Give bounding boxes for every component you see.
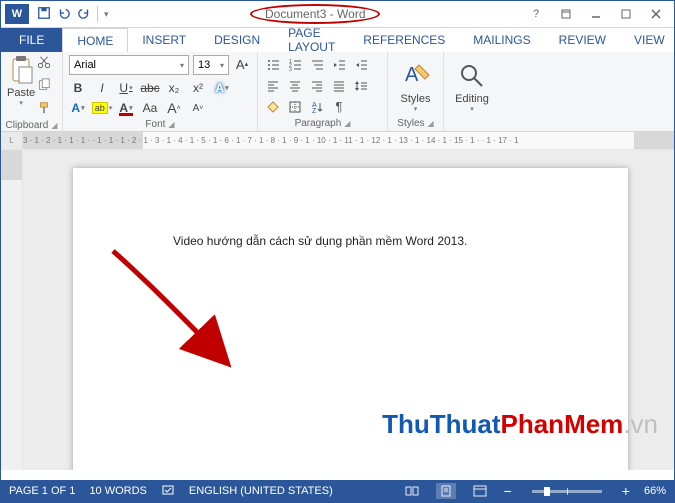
svg-text:3: 3 [289,67,292,72]
styles-launcher-icon[interactable]: ◢ [428,119,434,128]
group-paragraph: 123 AZ ¶ Paragraph◢ [258,52,388,131]
align-right-icon[interactable] [308,77,326,95]
line-spacing-icon[interactable] [352,77,370,95]
help-icon[interactable]: ? [522,4,550,24]
view-print-icon[interactable] [436,483,456,499]
shrink-font-button[interactable]: A˅ [189,99,207,117]
paste-icon [7,55,35,85]
show-marks-icon[interactable]: ¶ [330,98,348,116]
redo-icon[interactable] [77,6,91,23]
document-workspace: Video hướng dẫn cách sử dụng phần mềm Wo… [1,150,674,470]
group-clipboard: Paste ▾ Clipboard◢ [1,52,63,131]
editing-label: Editing [450,93,494,105]
font-color-button[interactable]: A▾ [117,99,135,117]
ruler-vertical[interactable] [1,150,23,470]
close-icon[interactable] [642,4,670,24]
tab-mailings[interactable]: MAILINGS [459,28,544,52]
font-launcher-icon[interactable]: ◢ [168,120,174,129]
styles-label: Styles [394,93,437,105]
save-icon[interactable] [37,6,51,23]
group-font: Arial▾ 13▾ A▴ B I U▾ abc x₂ x² A▾ A▾ ab▾… [63,52,258,131]
font-name-combo[interactable]: Arial▾ [69,55,189,75]
tab-design[interactable]: DESIGN [200,28,274,52]
underline-button[interactable]: U▾ [117,79,135,97]
align-center-icon[interactable] [286,77,304,95]
quick-access-toolbar: ▾ [37,6,109,23]
grow-font-button[interactable]: A˄ [165,99,183,117]
page-area[interactable]: Video hướng dẫn cách sử dụng phần mềm Wo… [23,150,674,470]
format-painter-icon[interactable] [37,101,51,120]
word-app-icon: W [5,4,29,24]
text-effects-button[interactable]: A▾ [213,79,231,97]
ribbon-tabs: FILE HOME INSERT DESIGN PAGE LAYOUT REFE… [1,28,674,52]
superscript-button[interactable]: x² [189,79,207,97]
tab-file[interactable]: FILE [1,28,62,52]
clipboard-group-label: Clipboard [6,120,49,131]
document-body-text[interactable]: Video hướng dẫn cách sử dụng phần mềm Wo… [173,234,467,248]
paragraph-group-label: Paragraph [295,118,342,129]
undo-icon[interactable] [57,6,71,23]
maximize-icon[interactable] [612,4,640,24]
font-group-label: Font [145,119,165,130]
zoom-slider[interactable] [532,490,602,493]
paste-label: Paste [7,87,35,99]
tab-home[interactable]: HOME [62,28,128,52]
cut-icon[interactable] [37,55,51,74]
ruler-horizontal[interactable]: L 3 · 1 · 2 · 1 · 1 · 1 · · 1 · 1 · 1 · … [1,132,674,150]
bullets-icon[interactable] [264,56,282,74]
zoom-out-button[interactable]: − [504,483,512,499]
group-editing: Editing ▾ [444,52,500,131]
strikethrough-button[interactable]: abc [141,79,159,97]
copy-icon[interactable] [37,78,51,97]
zoom-percent[interactable]: 66% [644,485,666,497]
zoom-in-button[interactable]: + [622,483,630,499]
tab-page-layout[interactable]: PAGE LAYOUT [274,28,349,52]
styles-button[interactable]: A [399,59,433,93]
decrease-indent-icon[interactable] [330,56,348,74]
tab-selector-icon[interactable]: L [1,132,23,149]
status-language[interactable]: ENGLISH (UNITED STATES) [189,485,333,497]
grow-font-icon[interactable]: A▴ [233,55,251,73]
tab-references[interactable]: REFERENCES [349,28,459,52]
status-words[interactable]: 10 WORDS [89,485,146,497]
italic-button[interactable]: I [93,79,111,97]
justify-icon[interactable] [330,77,348,95]
watermark: ThuThuatPhanMem.vn [382,409,658,440]
change-case-button[interactable]: Aa [141,99,159,117]
view-web-icon[interactable] [470,483,490,499]
ribbon: Paste ▾ Clipboard◢ Arial▾ 13▾ A▴ B I U▾ … [1,52,674,132]
shading-icon[interactable] [264,98,282,116]
status-page[interactable]: PAGE 1 OF 1 [9,485,75,497]
window-title: Document3 - Word [265,7,365,21]
group-styles: A Styles ▾ Styles◢ [388,52,444,131]
status-bar: PAGE 1 OF 1 10 WORDS ENGLISH (UNITED STA… [1,480,674,502]
subscript-button[interactable]: x₂ [165,79,183,97]
ribbon-display-icon[interactable] [552,4,580,24]
minimize-icon[interactable] [582,4,610,24]
ruler-ticks: 3 · 1 · 2 · 1 · 1 · 1 · · 1 · 1 · 1 · 2 … [23,136,674,145]
numbering-icon[interactable]: 123 [286,56,304,74]
title-bar: W ▾ Document3 - Word ? [1,1,674,28]
font-size-combo[interactable]: 13▾ [193,55,229,75]
paragraph-launcher-icon[interactable]: ◢ [344,119,350,128]
editing-button[interactable] [455,59,489,93]
tab-view[interactable]: VIEW [620,28,675,52]
highlight-button[interactable]: ab▾ [93,99,111,117]
styles-group-label: Styles [397,118,424,129]
tab-insert[interactable]: INSERT [128,28,200,52]
view-read-icon[interactable] [402,483,422,499]
text-fill-button[interactable]: A▾ [69,99,87,117]
status-proofing-icon[interactable] [161,483,175,500]
increase-indent-icon[interactable] [352,56,370,74]
paste-button[interactable]: Paste ▾ [7,55,35,120]
svg-text:Z: Z [312,108,317,114]
bold-button[interactable]: B [69,79,87,97]
borders-icon[interactable] [286,98,304,116]
clipboard-launcher-icon[interactable]: ◢ [51,121,57,130]
align-left-icon[interactable] [264,77,282,95]
tab-review[interactable]: REVIEW [545,28,620,52]
sort-icon[interactable]: AZ [308,98,326,116]
multilevel-list-icon[interactable] [308,56,326,74]
